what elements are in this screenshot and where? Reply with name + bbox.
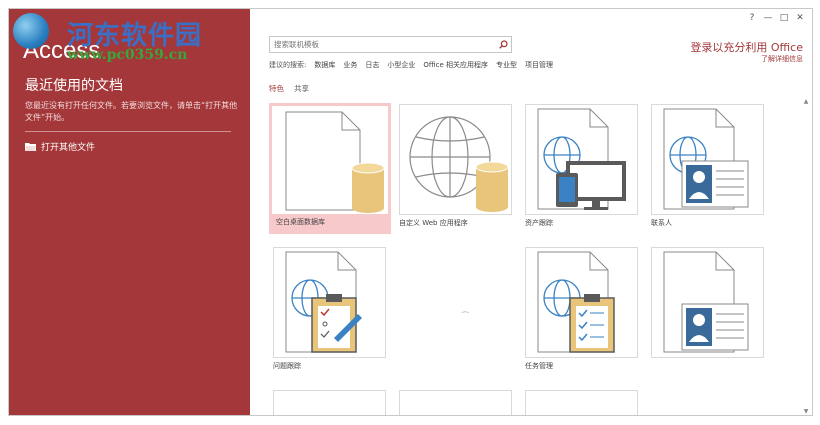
- suggested-searches-label: 建议的搜索:: [269, 61, 307, 69]
- template-label: 联系人: [651, 219, 672, 227]
- template-thumbnail: [272, 106, 388, 214]
- template-task-management[interactable]: 任务管理: [525, 247, 638, 371]
- template-thumbnail: [399, 104, 512, 215]
- template-thumbnail: [525, 104, 638, 215]
- template-tabs: 特色 共享: [269, 83, 309, 94]
- suggested-search-link[interactable]: 小型企业: [387, 60, 415, 70]
- suggested-search-link[interactable]: 专业型: [496, 60, 517, 70]
- learn-more-link[interactable]: 了解详细信息: [761, 54, 803, 64]
- suggested-search-link[interactable]: 日志: [365, 60, 379, 70]
- template-contacts[interactable]: 联系人: [651, 104, 764, 228]
- template-thumbnail: [651, 247, 764, 358]
- scroll-down-arrow-icon[interactable]: ▼: [802, 407, 810, 415]
- watermark-logo-icon: [13, 13, 49, 49]
- template-label: 资产跟踪: [525, 219, 553, 227]
- template-partial[interactable]: [525, 390, 638, 415]
- window-controls: ? — □ ✕: [744, 11, 808, 25]
- template-blank-desktop-database[interactable]: 空白桌面数据库: [269, 103, 391, 234]
- template-card[interactable]: [651, 247, 764, 361]
- open-other-files-button[interactable]: 打开其他文件: [25, 140, 95, 153]
- contact-card-icon: [681, 303, 749, 351]
- database-icon: [475, 161, 509, 212]
- template-thumbnail: [399, 390, 512, 415]
- app-window: Access 最近使用的文档 您最近没有打开任何文件。若要浏览文件，请单击“打开…: [8, 8, 813, 416]
- template-thumbnail: [525, 247, 638, 358]
- template-label: 自定义 Web 应用程序: [399, 219, 468, 227]
- template-label: 问题跟踪: [273, 362, 301, 370]
- template-partial[interactable]: [399, 390, 512, 415]
- template-issue-tracking[interactable]: 问题跟踪: [273, 247, 386, 371]
- search-input[interactable]: 搜索联机模板: [270, 39, 495, 50]
- watermark-url: www.pc0359.cn: [67, 47, 188, 63]
- template-thumbnail: [273, 247, 386, 358]
- contact-card-icon: [681, 160, 749, 208]
- template-label: 任务管理: [525, 362, 553, 370]
- suggested-search-link[interactable]: 数据库: [314, 60, 335, 70]
- scrollbar[interactable]: ▲ ▼: [802, 97, 810, 415]
- template-asset-tracking[interactable]: 资产跟踪: [525, 104, 638, 228]
- template-label: 空白桌面数据库: [276, 218, 325, 226]
- template-thumbnail: [273, 390, 386, 415]
- minimize-button[interactable]: —: [760, 11, 776, 25]
- recent-documents-description: 您最近没有打开任何文件。若要浏览文件，请单击“打开其他文件”开始。: [25, 101, 238, 122]
- database-icon: [351, 162, 385, 213]
- clipboard-icon: [311, 294, 362, 353]
- tab-featured[interactable]: 特色: [269, 83, 284, 94]
- main-area: ? — □ ✕ 搜索联机模板 建议的搜索: 数据库 业务 日志 小型企业 Off…: [250, 9, 812, 415]
- suggested-searches: 建议的搜索: 数据库 业务 日志 小型企业 Office 相关应用程序 专业型 …: [269, 60, 553, 70]
- template-partial[interactable]: [273, 390, 386, 415]
- tab-shared[interactable]: 共享: [294, 83, 309, 94]
- divider: [25, 131, 231, 132]
- suggested-search-link[interactable]: 项目管理: [525, 60, 553, 70]
- close-button[interactable]: ✕: [792, 11, 808, 25]
- loading-indicator: ⁀: [462, 312, 469, 321]
- template-custom-web-app[interactable]: 自定义 Web 应用程序: [399, 104, 512, 228]
- clipboard-icon: [569, 294, 615, 353]
- help-button[interactable]: ?: [744, 11, 760, 25]
- template-thumbnail: [525, 390, 638, 415]
- signin-link[interactable]: 登录以充分利用 Office: [690, 39, 803, 55]
- template-thumbnail: [651, 104, 764, 215]
- folder-icon: [25, 142, 36, 151]
- open-other-files-label: 打开其他文件: [41, 143, 96, 153]
- search-icon[interactable]: [495, 37, 511, 52]
- recent-documents-title: 最近使用的文档: [25, 78, 123, 94]
- suggested-search-link[interactable]: 业务: [343, 60, 357, 70]
- template-search-box[interactable]: 搜索联机模板: [269, 36, 512, 53]
- suggested-search-link[interactable]: Office 相关应用程序: [423, 60, 488, 70]
- scroll-up-arrow-icon[interactable]: ▲: [802, 97, 810, 105]
- restore-button[interactable]: □: [776, 11, 792, 25]
- left-panel: Access 最近使用的文档 您最近没有打开任何文件。若要浏览文件，请单击“打开…: [9, 9, 250, 415]
- tablet-icon: [556, 173, 578, 207]
